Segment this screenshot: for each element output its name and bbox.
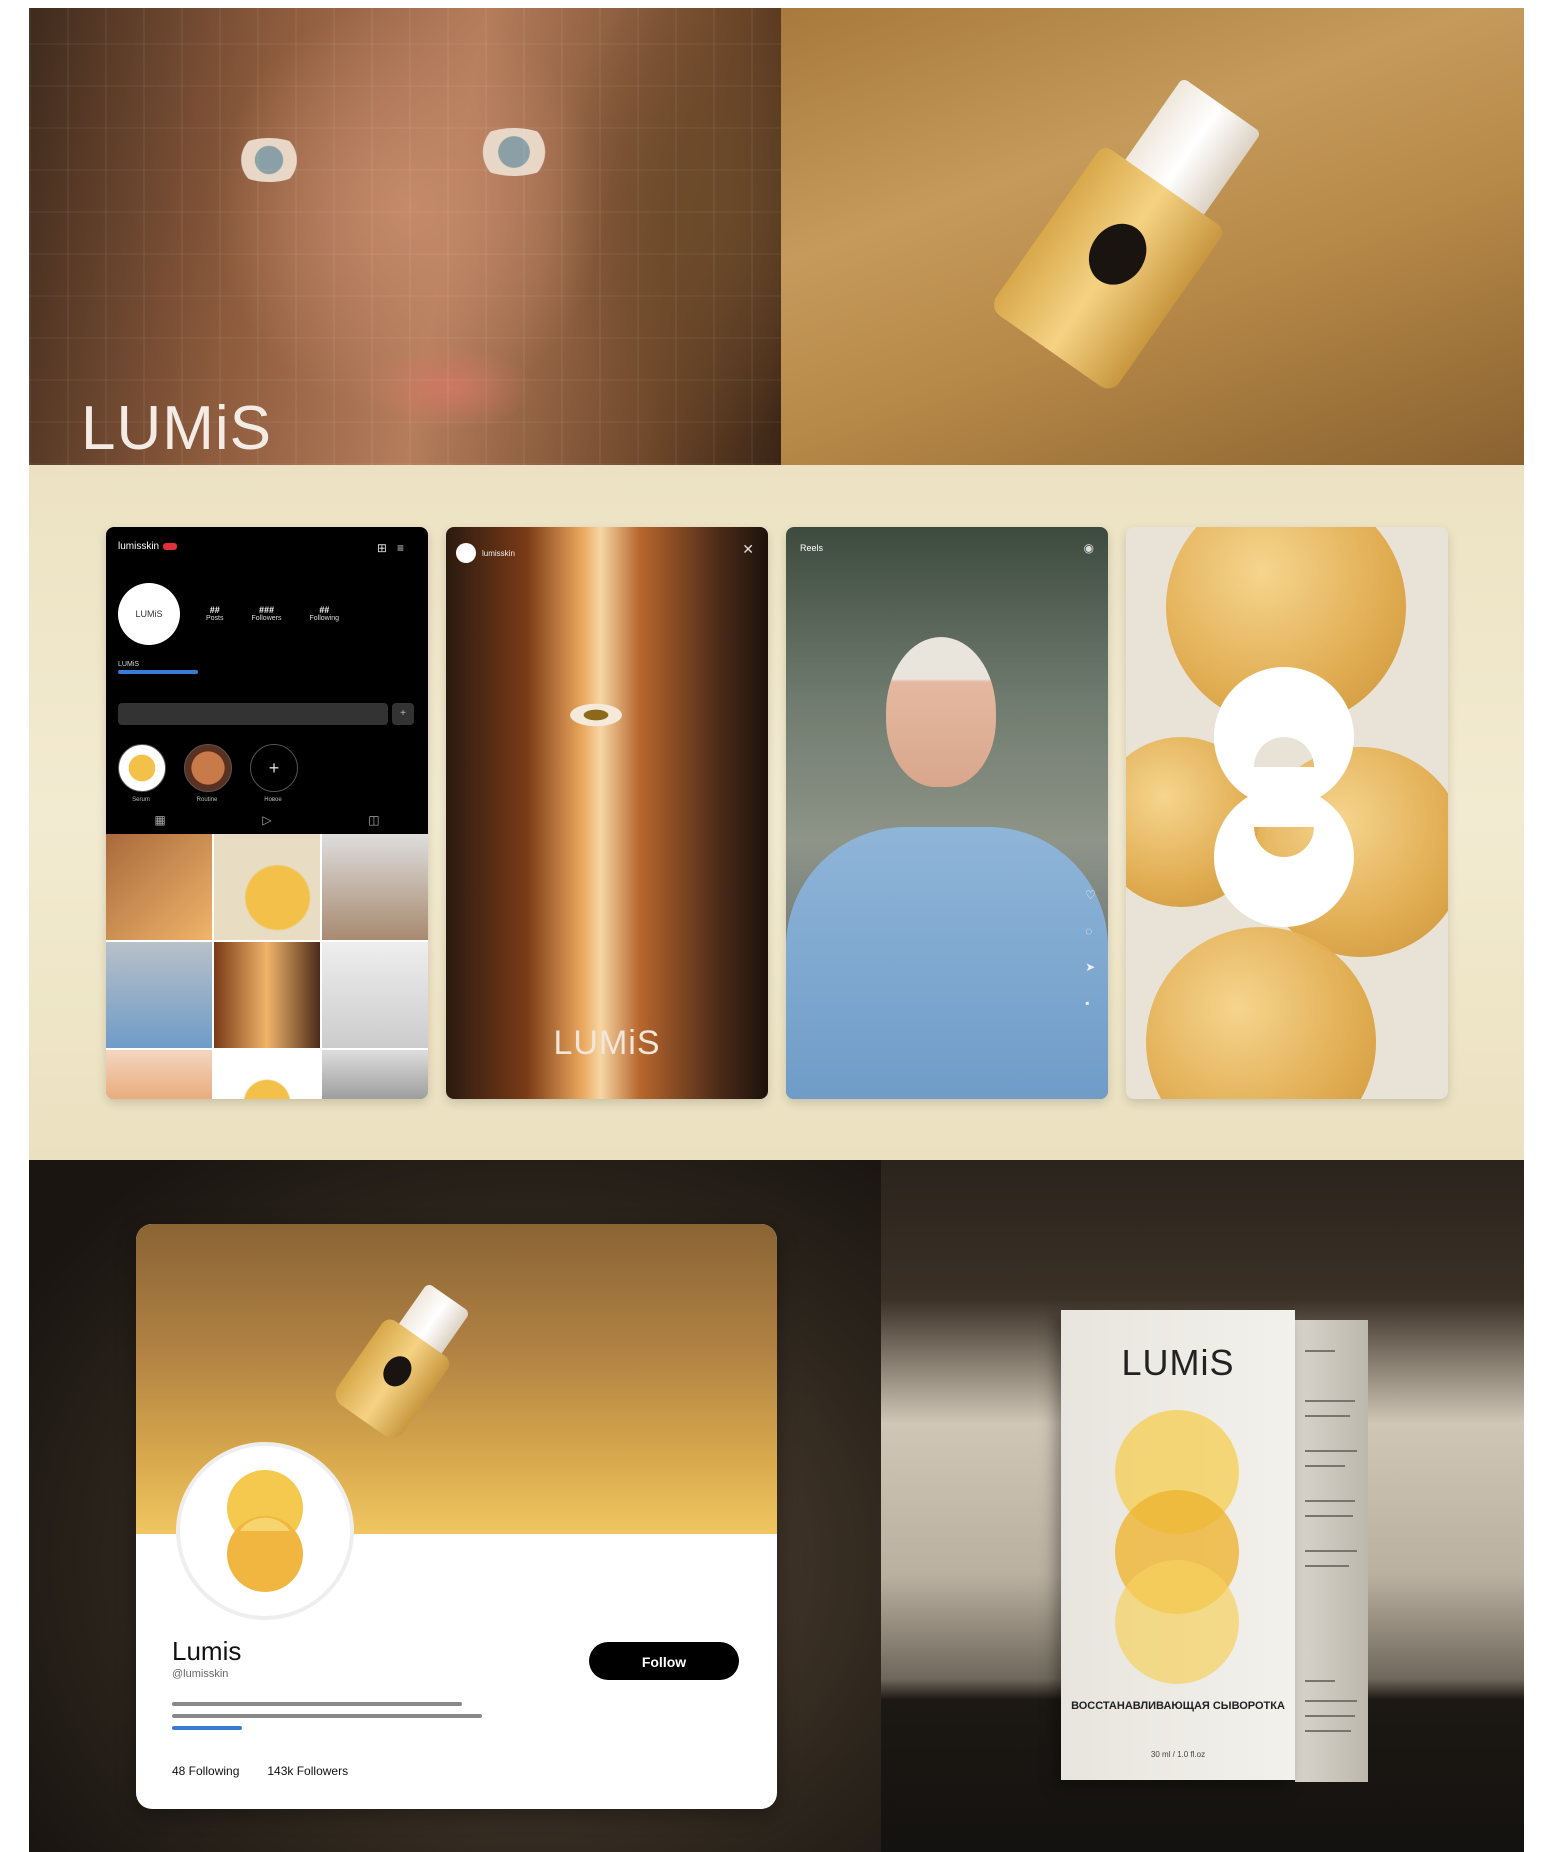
instagram-profile-screen: lumisskin ⊞≡ LUMiS ## Posts ### Followers … (106, 527, 428, 1099)
add-icon[interactable]: ⊞ (377, 541, 397, 555)
audio-icon[interactable]: ▪ (1085, 985, 1096, 1021)
following-count[interactable]: 48 Following (172, 1764, 239, 1778)
profile-username-row: lumisskin (118, 541, 178, 552)
story-avatar[interactable] (456, 543, 476, 563)
tagged-tab-icon[interactable]: ◫ (368, 813, 379, 827)
person-head (886, 637, 996, 787)
brand-wordmark: LUMiS (81, 394, 273, 463)
story-username: lumisskin (482, 548, 515, 558)
profile-tabs: ▦ ▷ ◫ (106, 813, 428, 827)
stat-posts[interactable]: ## Posts (206, 605, 224, 622)
profile-name: Lumis (172, 1636, 242, 1666)
bio-line (172, 1714, 482, 1718)
profile-display-name: LUMiS (118, 661, 140, 668)
reel-actions: ♡ ◌ ➤ ▪ (1085, 877, 1096, 1021)
profile-handle: @lumisskin (172, 1668, 229, 1680)
followers-count[interactable]: 143k Followers (267, 1764, 348, 1778)
brand-bubbles-post (1126, 527, 1448, 1099)
person-shirt (786, 827, 1108, 1099)
menu-icon[interactable]: ≡ (397, 541, 414, 555)
post-thumbnail[interactable] (322, 1050, 428, 1099)
live-badge (163, 542, 178, 550)
post-thumbnail[interactable] (214, 942, 320, 1048)
edit-profile-button[interactable] (118, 703, 388, 725)
like-icon[interactable]: ♡ (1085, 877, 1096, 913)
profile-avatar[interactable]: LUMiS (118, 583, 180, 645)
instagram-reel-screen: Reels ◉ ♡ ◌ ➤ ▪ (786, 527, 1108, 1099)
package-side (1295, 1320, 1368, 1782)
post-thumbnail[interactable] (322, 942, 428, 1048)
instagram-story-screen: lumisskin ✕ LUMiS (446, 527, 768, 1099)
reels-tab-icon[interactable]: ▷ (262, 813, 271, 827)
brand-logo-icon (227, 1470, 303, 1592)
package-size: 30 ml / 1.0 fl.oz (1150, 1750, 1206, 1759)
reel-title: Reels (800, 543, 824, 553)
bio-link[interactable] (172, 1726, 242, 1730)
share-icon[interactable]: ➤ (1085, 949, 1096, 985)
brand-logo-icon (1214, 667, 1354, 927)
highlight-routine[interactable] (184, 744, 232, 792)
package-wordmark: LUMiS (1121, 1342, 1235, 1383)
profile-link[interactable] (118, 670, 198, 674)
story-wordmark: LUMiS (553, 1024, 661, 1062)
new-highlight-icon[interactable]: + (250, 744, 298, 792)
avatar-text: LUMiS (135, 609, 163, 619)
bio-line (172, 1702, 462, 1706)
highlight-label: Routine (196, 797, 218, 803)
highlight-label: Serum (132, 797, 150, 803)
profile-counts: 48 Following 143k Followers (172, 1764, 348, 1778)
stat-followers[interactable]: ### Followers (252, 605, 282, 622)
product-bottle-image (781, 8, 1524, 465)
package-circle (1115, 1560, 1239, 1684)
eye-shape (566, 702, 626, 728)
stat-following[interactable]: ## Following (309, 605, 339, 622)
post-thumbnail[interactable] (106, 1050, 212, 1099)
post-thumbnail[interactable] (106, 942, 212, 1048)
post-thumbnail[interactable] (214, 1050, 320, 1099)
profile-avatar[interactable] (176, 1442, 354, 1620)
social-profile-card: Lumis @lumisskin Follow 48 Following 143… (136, 1224, 777, 1809)
profile-username: lumisskin (118, 541, 160, 552)
package-product-name: ВОССТАНАВЛИВАЮЩАЯ СЫВОРОТКА (1071, 1700, 1285, 1712)
comment-icon[interactable]: ◌ (1085, 913, 1096, 949)
serum-bottle (330, 1275, 482, 1444)
highlight-serum[interactable] (118, 744, 166, 792)
close-icon[interactable]: ✕ (742, 541, 754, 558)
post-thumbnail[interactable] (214, 834, 320, 940)
grid-tab-icon[interactable]: ▦ (154, 813, 165, 827)
header-icons[interactable]: ⊞≡ (377, 541, 414, 555)
campaign-face-image: LUMiS (29, 8, 781, 465)
package-front: LUMiS ВОССТАНАВЛИВАЮЩАЯ СЫВОРОТКА 30 ml … (1061, 1310, 1295, 1780)
serum-bottle (988, 62, 1284, 394)
post-grid (106, 834, 428, 1099)
camera-icon[interactable]: ◉ (1084, 541, 1094, 555)
post-thumbnail[interactable] (106, 834, 212, 940)
add-person-icon[interactable]: + (392, 703, 414, 725)
highlight-label: Новое (264, 797, 282, 803)
follow-button[interactable]: Follow (589, 1642, 739, 1680)
profile-stats: ## Posts ### Followers ## Following (206, 605, 339, 622)
post-thumbnail[interactable] (322, 834, 428, 940)
story-header: lumisskin (456, 543, 515, 563)
